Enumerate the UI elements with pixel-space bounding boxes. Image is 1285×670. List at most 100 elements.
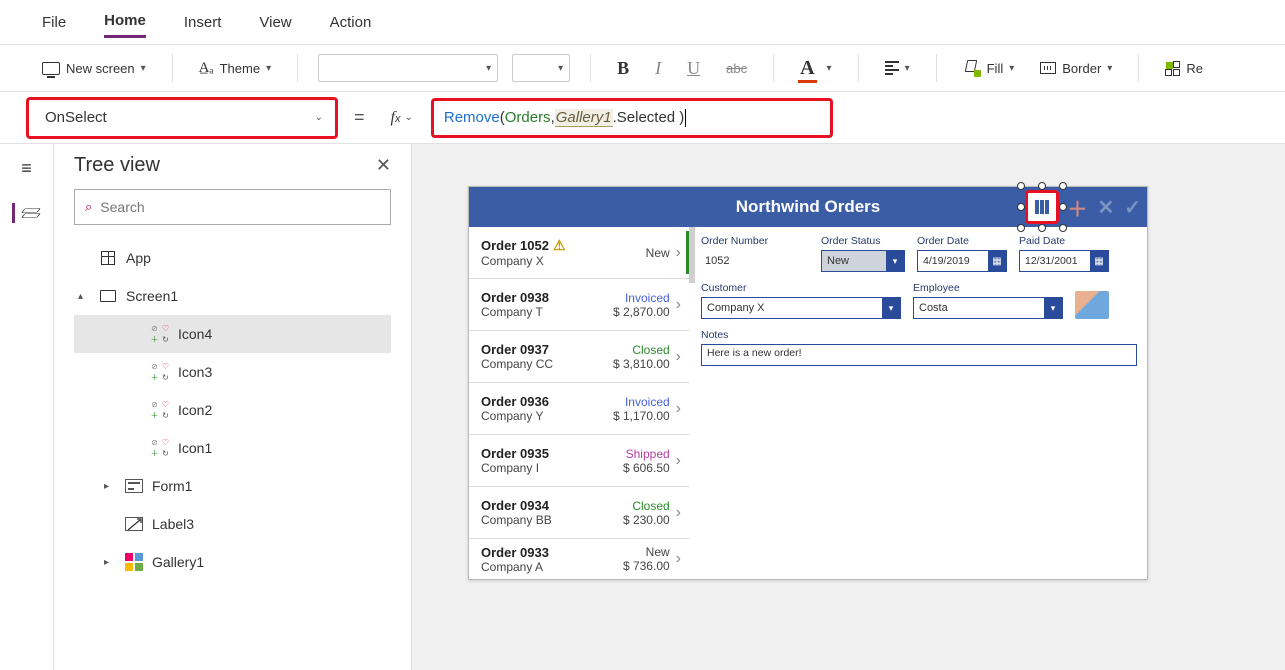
caret-icon: ▸ <box>104 481 116 492</box>
tree-node-label3[interactable]: Label3 <box>74 505 391 543</box>
tree-node-icon3[interactable]: ⊘♡＋↻Icon3 <box>74 353 391 391</box>
delete-icon-selected[interactable] <box>1027 192 1057 222</box>
font-family-combo[interactable]: ▾ <box>318 54 498 82</box>
font-size-combo[interactable]: ▾ <box>512 54 570 82</box>
menu-home[interactable]: Home <box>104 6 146 38</box>
gallery-item[interactable]: Order 0938Company TInvoiced$ 2,870.00› <box>469 279 689 331</box>
notes-input[interactable]: Here is a new order! <box>701 344 1137 366</box>
tree-node-gallery1[interactable]: ▸Gallery1 <box>74 543 391 581</box>
tree-node-app[interactable]: App <box>74 239 391 277</box>
order-number-value: 1052 <box>701 250 809 272</box>
tree-node-screen[interactable]: ▴ Screen1 <box>74 277 391 315</box>
tree-node-label: Icon4 <box>178 326 212 342</box>
chevron-right-icon: › <box>676 452 681 470</box>
app-body: Order 1052⚠Company XNew›Order 0938Compan… <box>469 227 1147 579</box>
bold-button[interactable]: B <box>611 54 635 83</box>
gallery-item[interactable]: Order 0935Company IShipped$ 606.50› <box>469 435 689 487</box>
gallery-item[interactable]: Order 1052⚠Company XNew› <box>469 227 689 279</box>
formula-token-func: Remove <box>444 109 500 126</box>
gallery-item[interactable]: Order 0937Company CCClosed$ 3,810.00› <box>469 331 689 383</box>
font-color-button[interactable]: A▾ <box>794 53 837 84</box>
company-name: Company X <box>481 254 600 268</box>
control-icon: ⊘♡＋↻ <box>150 400 170 421</box>
order-date-label: Order Date <box>917 235 1007 247</box>
fx-button[interactable]: fx ⌄ <box>383 105 421 131</box>
order-status: New <box>606 545 670 559</box>
order-status: New <box>606 246 670 260</box>
chevron-right-icon: › <box>676 550 681 568</box>
search-input[interactable] <box>100 199 380 215</box>
order-date-input[interactable]: 4/19/2019▦ <box>917 250 1007 272</box>
submit-icon[interactable]: ✓ <box>1124 195 1141 220</box>
scrollbar-thumb[interactable] <box>689 227 695 283</box>
tree-node-label: Label3 <box>152 516 194 532</box>
order-amount: $ 736.00 <box>606 559 670 573</box>
company-name: Company CC <box>481 357 600 371</box>
menu-action[interactable]: Action <box>330 8 372 37</box>
employee-select[interactable]: Costa▾ <box>913 297 1063 319</box>
property-selector[interactable]: OnSelect ⌄ <box>28 99 336 137</box>
calendar-icon: ▦ <box>1090 251 1108 271</box>
customer-select[interactable]: Company X▾ <box>701 297 901 319</box>
close-icon[interactable]: ✕ <box>376 155 391 176</box>
order-status-select[interactable]: New▾ <box>821 250 905 272</box>
cancel-icon[interactable]: ✕ <box>1097 195 1114 220</box>
order-status: Invoiced <box>606 395 670 409</box>
underline-button[interactable]: U <box>681 54 706 83</box>
chevron-down-icon: ▾ <box>827 63 832 74</box>
company-name: Company T <box>481 305 600 319</box>
order-amount: $ 230.00 <box>606 513 670 527</box>
menu-bar: File Home Insert View Action <box>0 0 1285 44</box>
new-screen-button[interactable]: New screen ▾ <box>36 57 152 80</box>
add-icon[interactable]: ＋ <box>1067 193 1087 222</box>
order-amount: $ 1,170.00 <box>606 409 670 423</box>
chevron-right-icon: › <box>676 296 681 314</box>
reorder-button[interactable]: Re <box>1159 57 1209 80</box>
reorder-icon <box>1165 61 1180 76</box>
order-amount: $ 606.50 <box>606 461 670 475</box>
tree-node-icon2[interactable]: ⊘♡＋↻Icon2 <box>74 391 391 429</box>
italic-button[interactable]: I <box>649 54 667 83</box>
tree-node-label: Gallery1 <box>152 554 204 570</box>
orders-gallery[interactable]: Order 1052⚠Company XNew›Order 0938Compan… <box>469 227 689 579</box>
formula-input[interactable]: Remove( Orders, Gallery1.Selected ) <box>433 100 831 136</box>
tree-search[interactable]: ⌕ <box>74 189 391 225</box>
theme-button[interactable]: A̲ₐ Theme ▾ <box>193 56 277 81</box>
chevron-right-icon: › <box>676 244 681 262</box>
menu-insert[interactable]: Insert <box>184 8 222 37</box>
fill-button[interactable]: Fill▾ <box>957 55 1021 81</box>
theme-icon: A̲ₐ <box>199 60 214 77</box>
selection-handles[interactable] <box>1021 186 1063 228</box>
calendar-icon: ▦ <box>988 251 1006 271</box>
strike-button[interactable]: abc <box>720 57 753 80</box>
chevron-down-icon: ▾ <box>886 251 904 271</box>
gallery-item[interactable]: Order 0936Company YInvoiced$ 1,170.00› <box>469 383 689 435</box>
order-status: Shipped <box>606 447 670 461</box>
fx-icon: fx <box>391 109 401 127</box>
tree-node-icon1[interactable]: ⊘♡＋↻Icon1 <box>74 429 391 467</box>
border-button[interactable]: Border▾ <box>1034 57 1118 80</box>
chevron-right-icon: › <box>676 400 681 418</box>
order-id: Order 0934 <box>481 498 549 513</box>
tree-node-icon4[interactable]: ⊘♡＋↻Icon4 <box>74 315 391 353</box>
separator <box>1138 54 1139 82</box>
order-amount: $ 3,810.00 <box>606 357 670 371</box>
gallery-item[interactable]: Order 0934Company BBClosed$ 230.00› <box>469 487 689 539</box>
tree-node-label: Screen1 <box>126 288 178 304</box>
chevron-down-icon: ▾ <box>882 298 900 318</box>
menu-view[interactable]: View <box>259 8 291 37</box>
reorder-label: Re <box>1186 61 1203 76</box>
warning-icon: ⚠ <box>553 237 566 254</box>
tree-view-rail-button[interactable] <box>12 203 32 223</box>
form-icon <box>124 479 144 493</box>
main-area: ≡ Tree view ✕ ⌕ App ▴ Screen1 ⊘♡＋↻Icon4⊘… <box>0 144 1285 670</box>
new-screen-label: New screen <box>66 61 135 76</box>
canvas[interactable]: Northwind Orders ＋ ✕ ✓ <box>412 144 1285 670</box>
menu-file[interactable]: File <box>42 8 66 37</box>
paid-date-input[interactable]: 12/31/2001▦ <box>1019 250 1109 272</box>
align-button[interactable]: ▾ <box>879 57 916 79</box>
hamburger-icon[interactable]: ≡ <box>21 158 32 179</box>
gallery-item[interactable]: Order 0933Company ANew$ 736.00› <box>469 539 689 579</box>
tree-node-form1[interactable]: ▸Form1 <box>74 467 391 505</box>
tree-view-panel: Tree view ✕ ⌕ App ▴ Screen1 ⊘♡＋↻Icon4⊘♡＋… <box>54 144 412 670</box>
